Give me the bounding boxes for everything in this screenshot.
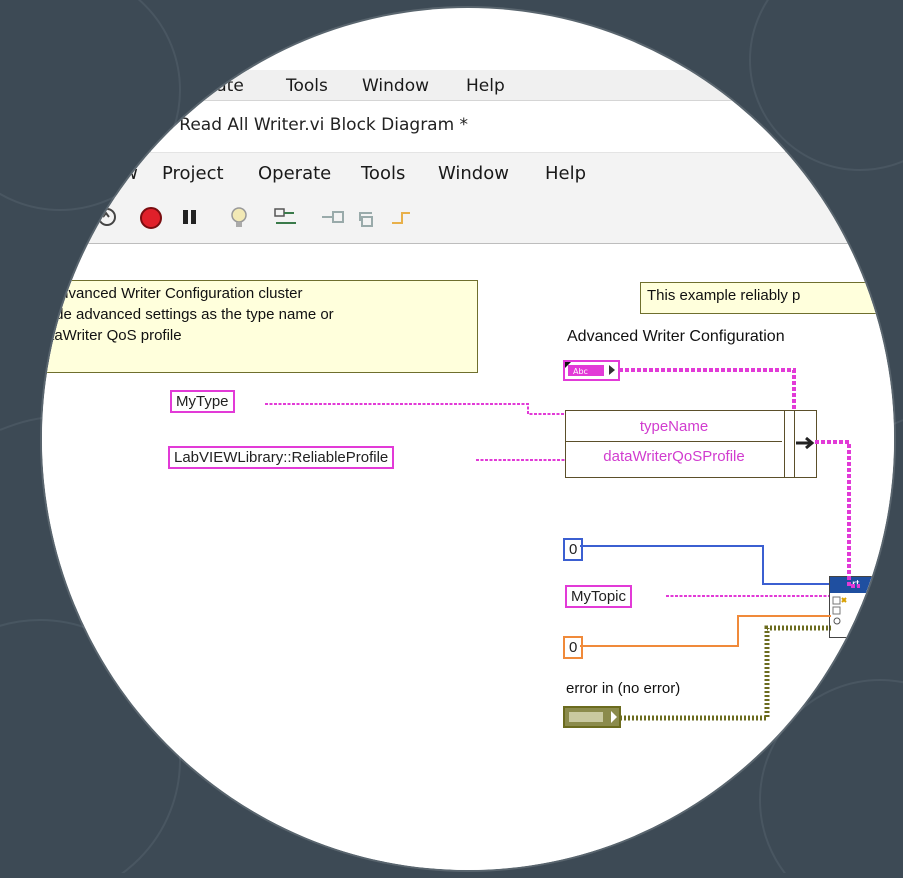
run-continuously-icon[interactable] (95, 205, 119, 229)
toolbar (42, 197, 894, 244)
menu-help2[interactable]: Help (545, 163, 586, 184)
block-diagram-menubar: ew Project Operate Tools Window Help (42, 152, 894, 198)
highlight-execution-icon[interactable] (228, 205, 250, 231)
wires-layer (265, 368, 860, 721)
menu-window[interactable]: Window (362, 76, 429, 96)
menu-operate[interactable]: perate (188, 76, 244, 96)
window-title: DS Read All Writer.vi Block Diagram * (150, 115, 469, 135)
wire-typename (265, 403, 565, 415)
wire-advanced-config-out (815, 440, 860, 588)
wire-advanced-config-in (619, 368, 796, 410)
menu-view[interactable]: ew (112, 163, 138, 184)
step-into-icon[interactable] (318, 205, 346, 229)
step-over-icon[interactable] (354, 205, 382, 229)
abort-icon[interactable] (138, 205, 164, 231)
window-titlebar: DS Read All Writer.vi Block Diagram * (42, 101, 894, 151)
step-out-icon[interactable] (388, 205, 416, 229)
wire-numeric-blue (580, 545, 829, 585)
pause-icon[interactable] (180, 205, 200, 229)
magnified-screenshot: perate Tools Window Help DS Read All Wri… (42, 8, 894, 870)
menu-window2[interactable]: Window (438, 163, 509, 184)
wire-error-in (620, 625, 831, 721)
retain-wire-values-icon[interactable] (272, 205, 300, 231)
menu-help[interactable]: Help (466, 76, 505, 96)
block-diagram-canvas[interactable]: se Advanced Writer Configuration cluster… (42, 244, 894, 870)
menu-operate2[interactable]: Operate (258, 163, 331, 184)
menu-tools[interactable]: Tools (286, 76, 328, 96)
top-menubar: perate Tools Window Help (42, 70, 894, 101)
menu-tools2[interactable]: Tools (361, 163, 405, 184)
menu-project[interactable]: Project (162, 163, 224, 184)
wire-numeric-orange (580, 615, 831, 647)
